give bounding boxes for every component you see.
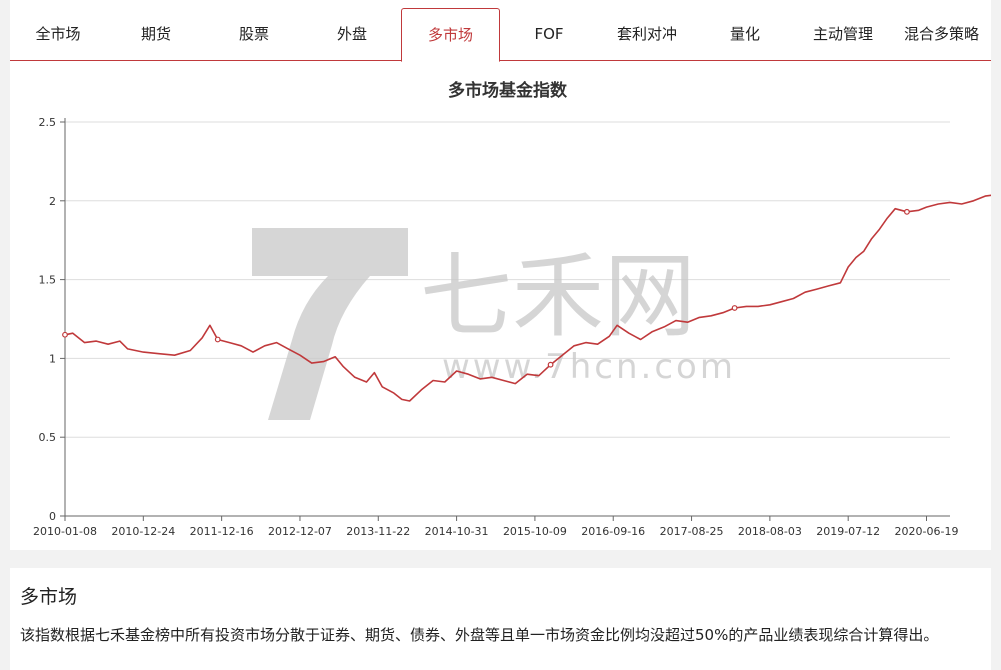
tab-all-market[interactable]: 全市场 [10, 8, 106, 61]
x-tick-label: 2017-08-25 [660, 525, 724, 538]
x-tick-label: 2018-08-03 [738, 525, 802, 538]
y-tick-label: 1 [49, 352, 56, 365]
series-marker [904, 208, 910, 215]
y-tick-label: 2 [49, 195, 56, 208]
tab-mixed-multi-strategy[interactable]: 混合多策略 [892, 8, 991, 61]
y-tick-label: 0 [49, 510, 56, 523]
index-chart: 多市场基金指数 0 0.5 1 1.5 2 2.5 2010-01-08 2010-12-24 2… [10, 70, 991, 550]
x-tick-label: 2011-12-16 [190, 525, 254, 538]
x-tick-label: 2010-12-24 [111, 525, 175, 538]
series-marker [731, 305, 738, 311]
x-tick-label: 2015-10-09 [503, 525, 567, 538]
tab-overseas[interactable]: 外盘 [304, 8, 400, 61]
brand-logo-icon [252, 228, 408, 420]
description-panel: 多市场 该指数根据七禾基金榜中所有投资市场分散于证券、期货、债券、外盘等且单一市… [10, 568, 991, 670]
series-marker [62, 331, 68, 338]
tab-futures[interactable]: 期货 [108, 8, 204, 61]
watermark-brand: 七禾网 [420, 243, 696, 350]
tab-quant[interactable]: 量化 [696, 8, 794, 61]
series-marker [214, 336, 221, 343]
x-tick-label: 2016-09-16 [581, 525, 645, 538]
chart-title: 多市场基金指数 [448, 80, 568, 101]
description-text: 该指数根据七禾基金榜中所有投资市场分散于证券、期货、债券、外盘等且单一市场资金比… [20, 626, 939, 644]
description-title: 多市场 [20, 586, 78, 608]
index-line-chart: 多市场基金指数 0 0.5 1 1.5 2 2.5 2010-01-08 2010-12-24 2… [33, 80, 991, 538]
x-tick-label: 2012-12-07 [268, 525, 332, 538]
x-tick-label: 2014-10-31 [425, 525, 489, 538]
tab-active-management[interactable]: 主动管理 [794, 8, 892, 61]
x-tick-label: 2013-11-22 [346, 525, 410, 538]
series-marker [547, 361, 554, 368]
y-tick-label: 2.5 [39, 116, 57, 129]
tab-fof[interactable]: FOF [500, 8, 598, 61]
fund-index-panel: 全市场 期货 股票 外盘 多市场 FOF 套利对冲 量化 主动管理 混合多策略 … [10, 0, 991, 550]
watermark-url: www.7hcn.com [442, 347, 736, 387]
market-tabs: 全市场 期货 股票 外盘 多市场 FOF 套利对冲 量化 主动管理 混合多策略 [10, 8, 991, 62]
tab-multi-market[interactable]: 多市场 [401, 8, 500, 62]
x-tick-label: 2010-01-08 [33, 525, 97, 538]
x-tick-label: 2020-06-19 [895, 525, 959, 538]
tab-stocks[interactable]: 股票 [206, 8, 302, 61]
tab-arbitrage-hedge[interactable]: 套利对冲 [598, 8, 696, 61]
x-tick-label: 2019-07-12 [816, 525, 880, 538]
watermark: 七禾网www.7hcn.com [252, 228, 736, 420]
y-tick-label: 1.5 [39, 274, 57, 287]
y-tick-label: 0.5 [39, 431, 57, 444]
